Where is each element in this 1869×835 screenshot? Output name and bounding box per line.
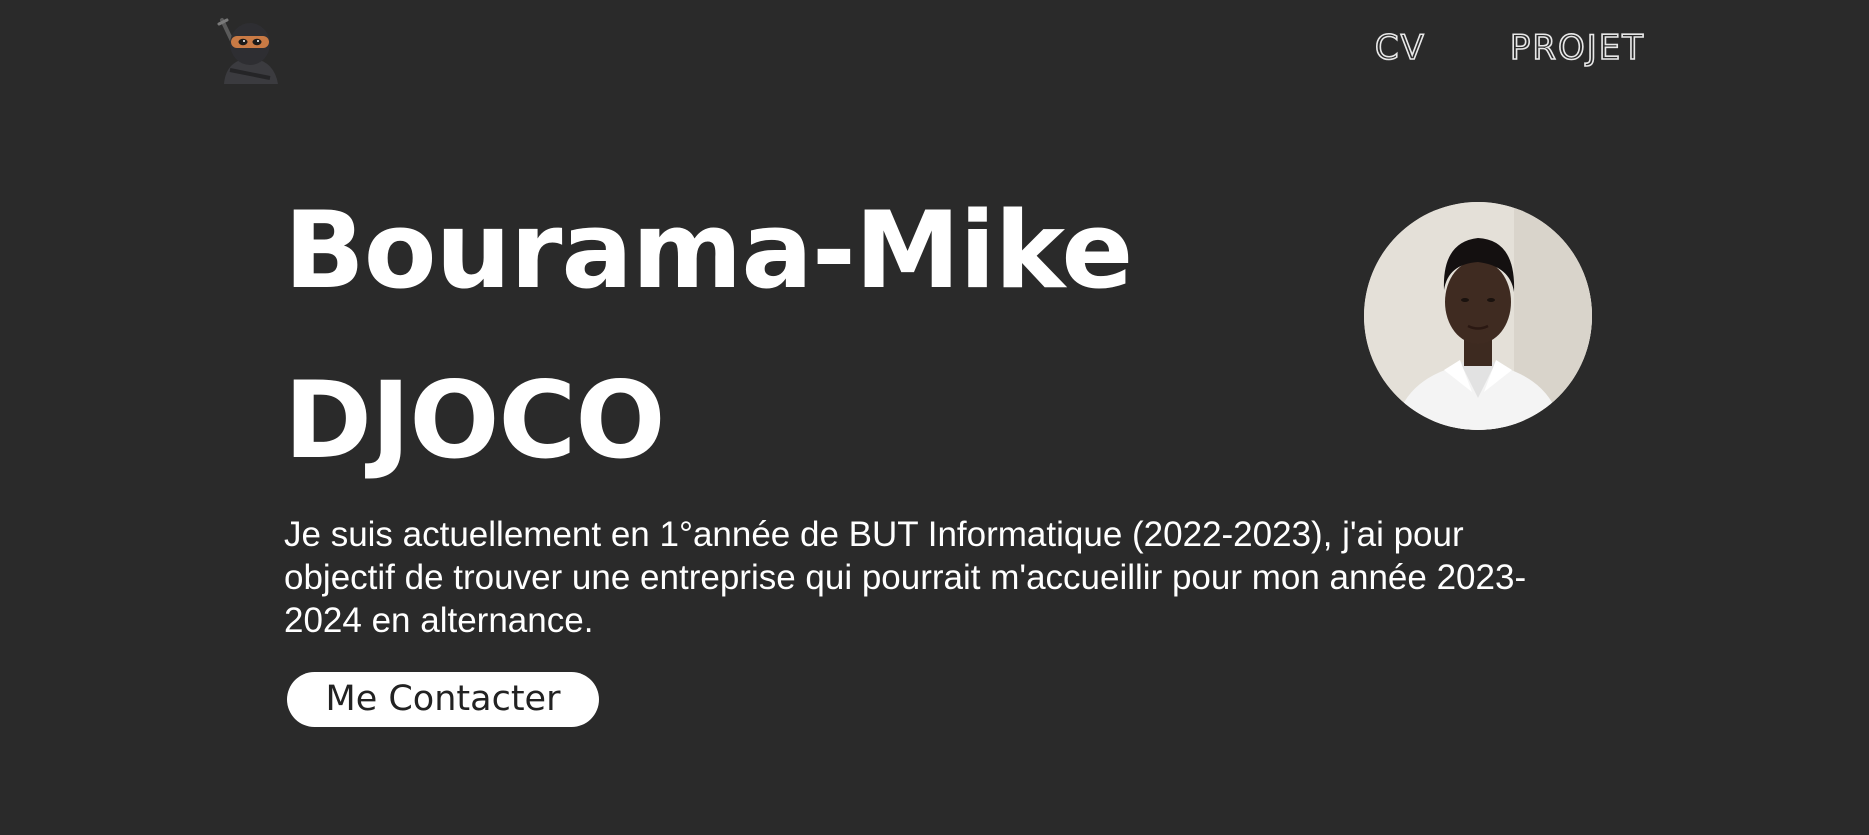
hero-title: Bourama-Mike DJOCO	[284, 166, 1284, 506]
hero-name-first: Bourama-Mike	[284, 189, 1133, 312]
main-nav: CV PROJET	[1374, 22, 1645, 74]
ninja-logo-icon[interactable]	[216, 14, 286, 84]
hero-name-last: DJOCO	[284, 359, 665, 482]
contact-button[interactable]: Me Contacter	[287, 672, 599, 727]
page: CV PROJET Bourama-Mike DJOCO Je suis act…	[0, 0, 1869, 835]
nav-link-cv[interactable]: CV	[1374, 22, 1426, 74]
nav-link-projet[interactable]: PROJET	[1509, 22, 1645, 74]
intro-text: Je suis actuellement en 1°année de BUT I…	[284, 515, 1527, 640]
profile-photo	[1364, 202, 1592, 430]
